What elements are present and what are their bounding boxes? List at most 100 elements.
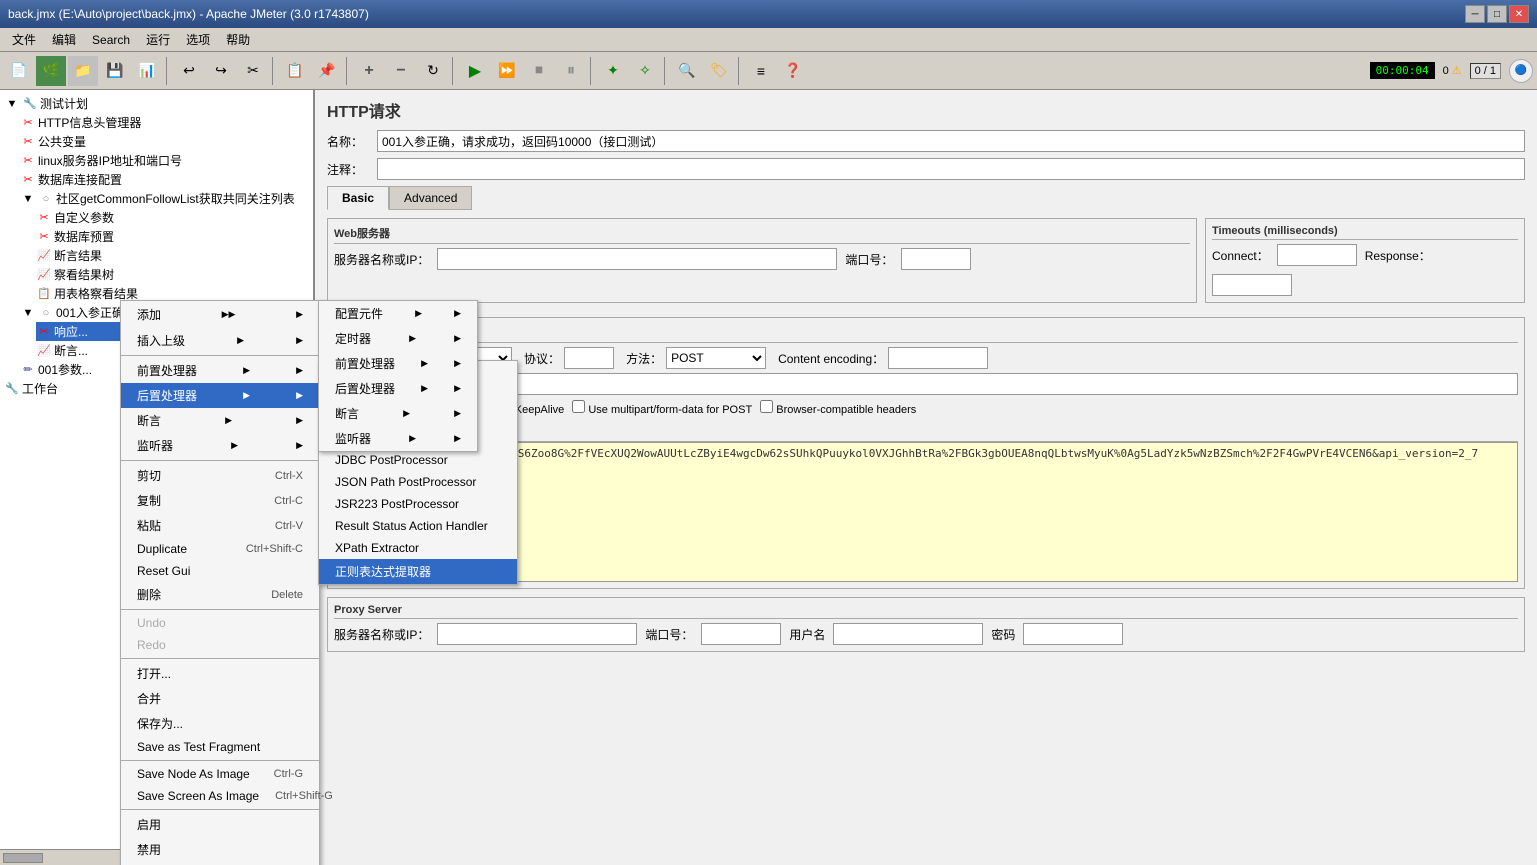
ctx-item-insert[interactable]: 插入上级 ▶	[121, 328, 319, 353]
tree-item-db-config[interactable]: ✂ 数据库连接配置	[20, 170, 309, 189]
tab-basic[interactable]: Basic	[327, 186, 389, 210]
open-button[interactable]: 🌿	[36, 56, 66, 86]
ctx-json-path-post[interactable]: JSON Path PostProcessor	[319, 471, 517, 493]
ctx-add-timer[interactable]: 定时器 ▶	[319, 326, 477, 351]
ctx-jsr223-post[interactable]: JSR223 PostProcessor	[319, 493, 517, 515]
ctx-item-disable[interactable]: 禁用	[121, 837, 319, 862]
ctx-item-save-fragment[interactable]: Save as Test Fragment	[121, 736, 319, 758]
toolbar: 📄 🌿 📁 💾 📊 ↩ ↪ ✂ 📋 📌 + − ↻ ▶ ⏩ ⏹ ⏸ ✦ ✧ 🔍 …	[0, 52, 1537, 90]
ctx-item-merge[interactable]: 合并	[121, 686, 319, 711]
tree-item-label: 测试计划	[40, 95, 88, 112]
ctx-item-assert[interactable]: 断言 ▶	[121, 408, 319, 433]
tree-item-assert-result[interactable]: 📈 断言结果	[36, 246, 309, 265]
server-name-input[interactable]	[437, 248, 837, 270]
stop-button[interactable]: ⏹	[524, 56, 554, 86]
tree-item-label: 工作台	[22, 380, 58, 397]
tree-item-custom-params[interactable]: ✂ 自定义参数	[36, 208, 309, 227]
multipart-cb-label[interactable]: Use multipart/form-data for POST	[572, 400, 752, 416]
browser-cb-label[interactable]: Browser-compatible headers	[760, 400, 916, 416]
ctx-item-delete[interactable]: 删除 Delete	[121, 582, 319, 607]
protocol-input[interactable]	[564, 347, 614, 369]
menu-help[interactable]: 帮助	[218, 29, 258, 50]
func-btn[interactable]: 🏷	[704, 56, 734, 86]
help-btn[interactable]: ❓	[778, 56, 808, 86]
ctx-add-post[interactable]: 后置处理器 ▶	[319, 376, 477, 401]
proxy-port-input[interactable]	[701, 623, 781, 645]
ctx-item-enable[interactable]: 启用	[121, 812, 319, 837]
paste-button[interactable]: 📌	[312, 56, 342, 86]
start-button[interactable]: ▶	[460, 56, 490, 86]
undo-button[interactable]: ↩	[174, 56, 204, 86]
ctx-add-listener[interactable]: 监听器 ▶	[319, 426, 477, 451]
port-input[interactable]	[901, 248, 971, 270]
ctx-item-add[interactable]: 添加 ▶	[121, 301, 319, 328]
ctx-item-duplicate[interactable]: Duplicate Ctrl+Shift-C	[121, 538, 319, 560]
ctx-item-paste[interactable]: 粘贴 Ctrl-V	[121, 513, 319, 538]
tree-item-test-plan[interactable]: ▼ 🔧 测试计划	[4, 94, 309, 113]
ctx-add-config[interactable]: 配置元件 ▶	[319, 301, 477, 326]
ctx-item-post[interactable]: 后置处理器 ▶	[121, 383, 319, 408]
ctx-xpath-extractor[interactable]: XPath Extractor	[319, 537, 517, 559]
browser-checkbox[interactable]	[760, 400, 773, 413]
tab-advanced[interactable]: Advanced	[389, 186, 472, 210]
comment-input[interactable]	[377, 158, 1525, 180]
shutdown-button[interactable]: ⏸	[556, 56, 586, 86]
menu-edit[interactable]: 编辑	[44, 29, 84, 50]
close-button[interactable]: ✕	[1509, 5, 1529, 23]
maximize-button[interactable]: □	[1487, 5, 1507, 23]
clear-btn[interactable]: ✦	[598, 56, 628, 86]
list-btn[interactable]: ≡	[746, 56, 776, 86]
refresh-btn[interactable]: ↻	[418, 56, 448, 86]
ctx-item-listener[interactable]: 监听器 ▶	[121, 433, 319, 458]
save-button[interactable]: 💾	[100, 56, 130, 86]
multipart-checkbox[interactable]	[572, 400, 585, 413]
ctx-item-saveas[interactable]: 保存为...	[121, 711, 319, 736]
tree-item-view-tree[interactable]: 📈 察看结果树	[36, 265, 309, 284]
ctx-item-open[interactable]: 打开...	[121, 661, 319, 686]
tree-item-http-header[interactable]: ✂ HTTP信息头管理器	[20, 113, 309, 132]
copy-button[interactable]: 📋	[280, 56, 310, 86]
clear-all-btn[interactable]: ✧	[630, 56, 660, 86]
ctx-add-pre[interactable]: 前置处理器 ▶	[319, 351, 477, 376]
tree-item-linux-ip[interactable]: ✂ linux服务器IP地址和端口号	[20, 151, 309, 170]
proxy-pass-input[interactable]	[1023, 623, 1123, 645]
connect-input[interactable]	[1277, 244, 1357, 266]
ctx-item-cut[interactable]: 剪切 Ctrl-X	[121, 463, 319, 488]
browse-btn[interactable]: 🔍	[672, 56, 702, 86]
menu-search[interactable]: Search	[84, 31, 138, 49]
close-button[interactable]: 📁	[68, 56, 98, 86]
minimize-button[interactable]: ─	[1465, 5, 1485, 23]
ctx-item-copy[interactable]: 复制 Ctrl-C	[121, 488, 319, 513]
proxy-server-input[interactable]	[437, 623, 637, 645]
menu-run[interactable]: 运行	[138, 29, 178, 50]
ctx-enable-label: 启用	[137, 816, 161, 833]
tree-item-db-preset[interactable]: ✂ 数据库预置	[36, 227, 309, 246]
ctx-item-save-screen[interactable]: Save Screen As Image Ctrl+Shift-G	[121, 785, 319, 807]
ctx-regex-extractor[interactable]: 正则表达式提取器	[319, 559, 517, 584]
cut-button[interactable]: ✂	[238, 56, 268, 86]
remove-btn[interactable]: −	[386, 56, 416, 86]
encoding-input[interactable]	[888, 347, 988, 369]
ctx-add-assert[interactable]: 断言 ▶	[319, 401, 477, 426]
tree-item-vars[interactable]: ✂ 公共变量	[20, 132, 309, 151]
response-input[interactable]	[1212, 274, 1292, 296]
start-no-pause-button[interactable]: ⏩	[492, 56, 522, 86]
ctx-item-reset-gui[interactable]: Reset Gui	[121, 560, 319, 582]
ctx-result-status[interactable]: Result Status Action Handler	[319, 515, 517, 537]
proxy-user-input[interactable]	[833, 623, 983, 645]
ctx-jdbc-post[interactable]: JDBC PostProcessor	[319, 449, 517, 471]
menu-options[interactable]: 选项	[178, 29, 218, 50]
menu-file[interactable]: 文件	[4, 29, 44, 50]
redo-button[interactable]: ↪	[206, 56, 236, 86]
revert-button[interactable]: 📊	[132, 56, 162, 86]
add-btn[interactable]: +	[354, 56, 384, 86]
tree-item-social[interactable]: ▼ ○ 社区getCommonFollowList获取共同关注列表	[20, 189, 309, 208]
ctx-item-save-node-img[interactable]: Save Node As Image Ctrl-G	[121, 763, 319, 785]
name-input[interactable]	[377, 130, 1525, 152]
tree-item-label: 响应...	[54, 323, 88, 340]
method-select[interactable]: POST GET	[666, 347, 766, 369]
timeouts-header: Timeouts (milliseconds)	[1212, 225, 1518, 240]
ctx-item-pre[interactable]: 前置处理器 ▶	[121, 358, 319, 383]
new-button[interactable]: 📄	[4, 56, 34, 86]
status-icon[interactable]: 🔵	[1509, 59, 1533, 83]
